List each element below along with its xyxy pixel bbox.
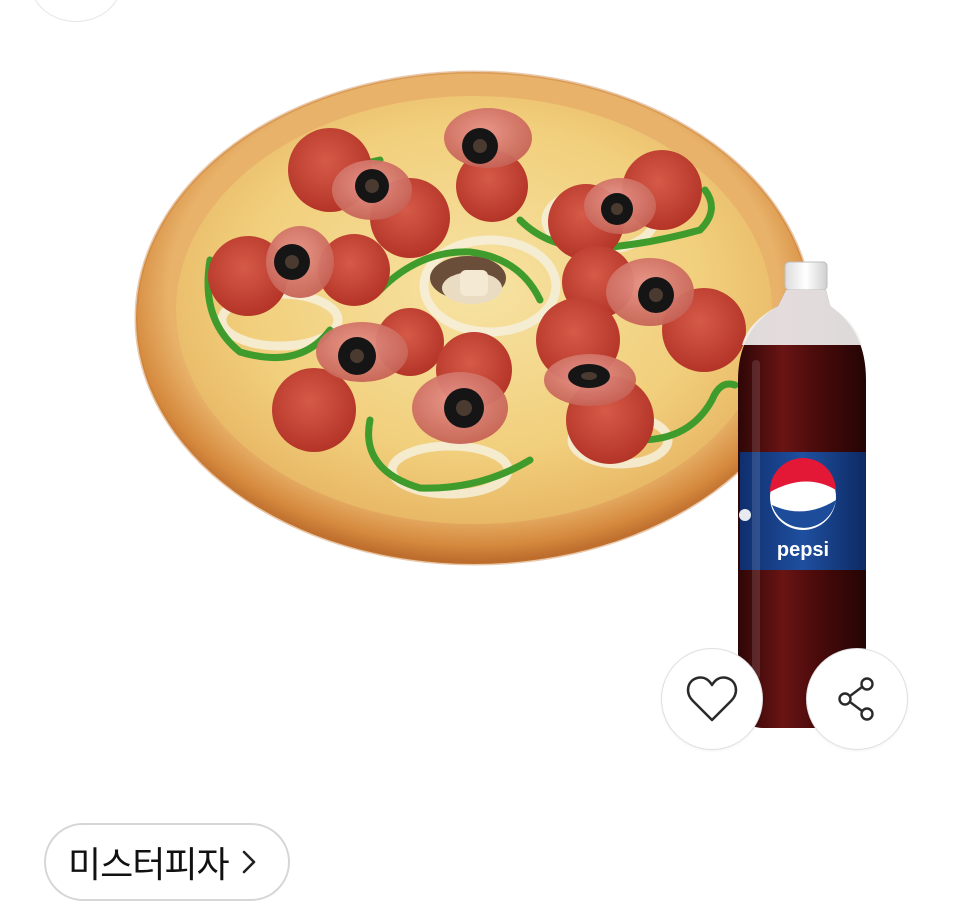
share-button[interactable] [806,648,908,750]
heart-outline-icon [686,676,738,722]
brand-label: 미스터피자 [68,845,230,886]
pizza [134,70,814,566]
share-icon [838,677,874,721]
brand-link[interactable]: 미스터피자 [44,823,290,901]
chevron-right-icon [241,848,257,876]
pepsi-logo-text: pepsi [777,539,829,561]
product-image: pepsi [134,70,866,728]
like-button[interactable] [661,648,763,750]
